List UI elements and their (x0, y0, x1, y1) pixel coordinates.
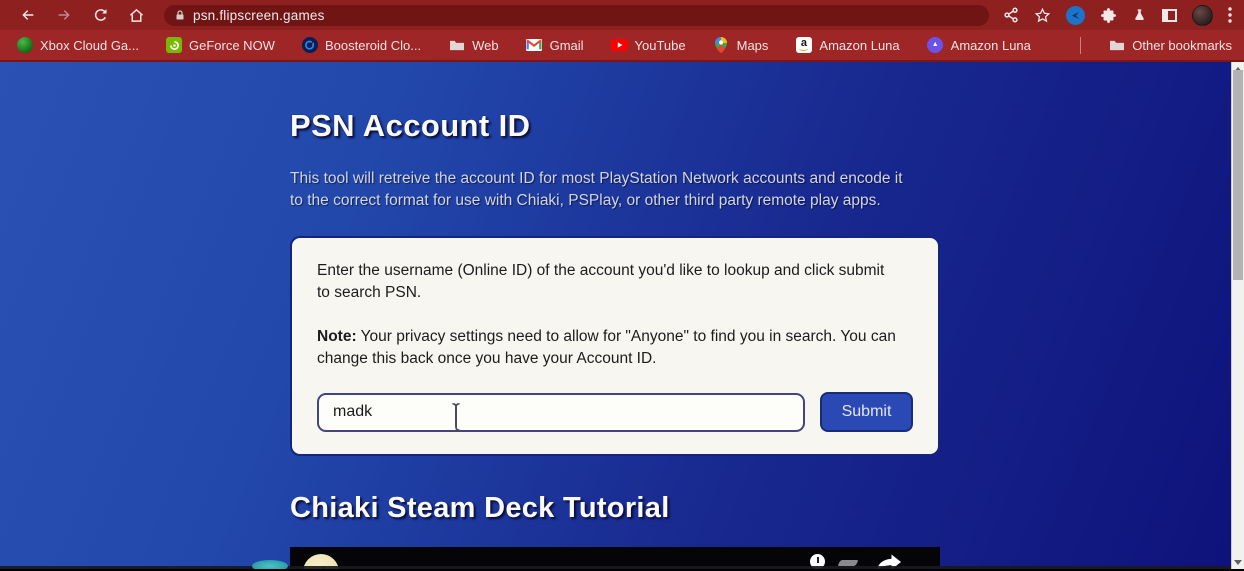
side-panel-button[interactable] (1162, 8, 1177, 22)
bookmark-web-folder[interactable]: Web (448, 37, 499, 54)
play-extension-icon (1071, 11, 1080, 19)
instruction-line: Enter the username (Online ID) of the ac… (317, 262, 885, 279)
triangle-down-icon (1234, 559, 1242, 565)
star-icon (1034, 7, 1051, 22)
bookmark-youtube[interactable]: YouTube (610, 37, 686, 54)
extensions-button[interactable] (1100, 7, 1117, 24)
reload-icon (94, 8, 107, 21)
bookmark-label: Amazon Luna (950, 37, 1031, 53)
forward-button[interactable] (53, 4, 75, 26)
bookmark-star-button[interactable] (1034, 7, 1051, 24)
share-button[interactable] (1003, 7, 1019, 23)
address-bar[interactable]: psn.flipscreen.games (164, 4, 989, 26)
tutorial-heading: Chiaki Steam Deck Tutorial (290, 492, 670, 524)
folder-icon (1108, 37, 1125, 54)
page-viewport: PSN Account ID This tool will retreive t… (0, 62, 1244, 569)
xbox-icon (16, 37, 33, 54)
lookup-card: Enter the username (Online ID) of the ac… (290, 236, 940, 456)
reload-button[interactable] (89, 4, 111, 26)
toolbar-icon-group (1003, 4, 1236, 26)
amazon-luna-icon: ▲ (927, 37, 944, 54)
note-line: change this back once you have your Acco… (317, 350, 657, 367)
bookmarks-divider (1080, 36, 1082, 54)
forward-arrow-icon (58, 10, 70, 20)
bookmark-amazon-luna-1[interactable]: a Amazon Luna (795, 37, 900, 54)
intro-text: This tool will retreive the account ID f… (290, 168, 940, 211)
other-bookmarks-label: Other bookmarks (1132, 37, 1232, 53)
browser-toolbar: psn.flipscreen.games (0, 0, 1244, 30)
puzzle-icon (1101, 7, 1116, 23)
bookmark-boosteroid[interactable]: Boosteroid Clo... (301, 37, 422, 53)
scroll-down-button[interactable] (1232, 555, 1244, 569)
profile-avatar[interactable] (1192, 4, 1213, 26)
bookmark-gmail[interactable]: Gmail (526, 37, 584, 54)
boosteroid-icon (301, 37, 318, 53)
intro-line: to the correct format for use with Chiak… (290, 191, 881, 209)
browser-menu-button[interactable] (1228, 7, 1232, 23)
username-input[interactable] (317, 392, 805, 432)
scrollbar-thumb[interactable] (1233, 70, 1243, 280)
side-panel-icon (1162, 8, 1177, 22)
bookmark-label: Xbox Cloud Ga... (40, 37, 139, 53)
share-icon (1004, 7, 1018, 23)
bookmark-label: Boosteroid Clo... (324, 37, 422, 53)
note-label: Note: (317, 328, 357, 345)
bookmark-label: Maps (736, 37, 769, 53)
gmail-icon (526, 37, 543, 54)
extension-play-button[interactable] (1066, 5, 1085, 25)
bookmark-amazon-luna-2[interactable]: ▲ Amazon Luna (927, 37, 1031, 54)
instruction-text: Enter the username (Online ID) of the ac… (317, 260, 913, 304)
bookmark-label: Gmail (549, 37, 584, 53)
page-content: PSN Account ID This tool will retreive t… (290, 62, 940, 569)
bookmark-geforce-now[interactable]: GeForce NOW (166, 37, 275, 53)
kebab-menu-icon (1228, 7, 1232, 23)
bookmark-xbox-cloud-gaming[interactable]: Xbox Cloud Ga... (16, 37, 139, 54)
teal-dock-peek (252, 560, 288, 569)
note-line: Note: Your privacy settings need to allo… (317, 328, 896, 345)
bookmark-maps[interactable]: Maps (713, 37, 769, 54)
youtube-icon (610, 37, 628, 54)
labs-button[interactable] (1132, 7, 1147, 23)
bookmark-label: GeForce NOW (189, 37, 275, 53)
submit-button[interactable]: Submit (820, 392, 913, 432)
bottom-edge-strip (0, 566, 1231, 569)
back-button[interactable] (17, 4, 39, 26)
other-bookmarks-button[interactable]: Other bookmarks (1108, 37, 1232, 54)
bookmark-label: YouTube (634, 37, 686, 53)
instruction-line: to search PSN. (317, 284, 422, 301)
page-title: PSN Account ID (290, 108, 531, 143)
bookmark-label: Web (472, 37, 499, 53)
back-arrow-icon (22, 10, 34, 20)
home-icon (129, 8, 143, 22)
intro-line: This tool will retreive the account ID f… (290, 170, 903, 187)
url-text: psn.flipscreen.games (193, 7, 325, 23)
scrollbar[interactable] (1231, 62, 1244, 569)
lookup-form-row: Submit (317, 392, 913, 432)
google-maps-icon (713, 37, 730, 54)
bookmark-label: Amazon Luna (819, 37, 900, 53)
flask-icon (1135, 9, 1144, 21)
bookmarks-bar: Xbox Cloud Ga... GeForce NOW Boosteroid … (0, 30, 1244, 62)
home-button[interactable] (125, 4, 147, 26)
note-text: Note: Your privacy settings need to allo… (317, 326, 913, 370)
amazon-icon: a (795, 37, 812, 54)
lock-icon (176, 9, 184, 19)
geforce-now-icon (166, 37, 182, 53)
folder-icon (448, 37, 465, 54)
